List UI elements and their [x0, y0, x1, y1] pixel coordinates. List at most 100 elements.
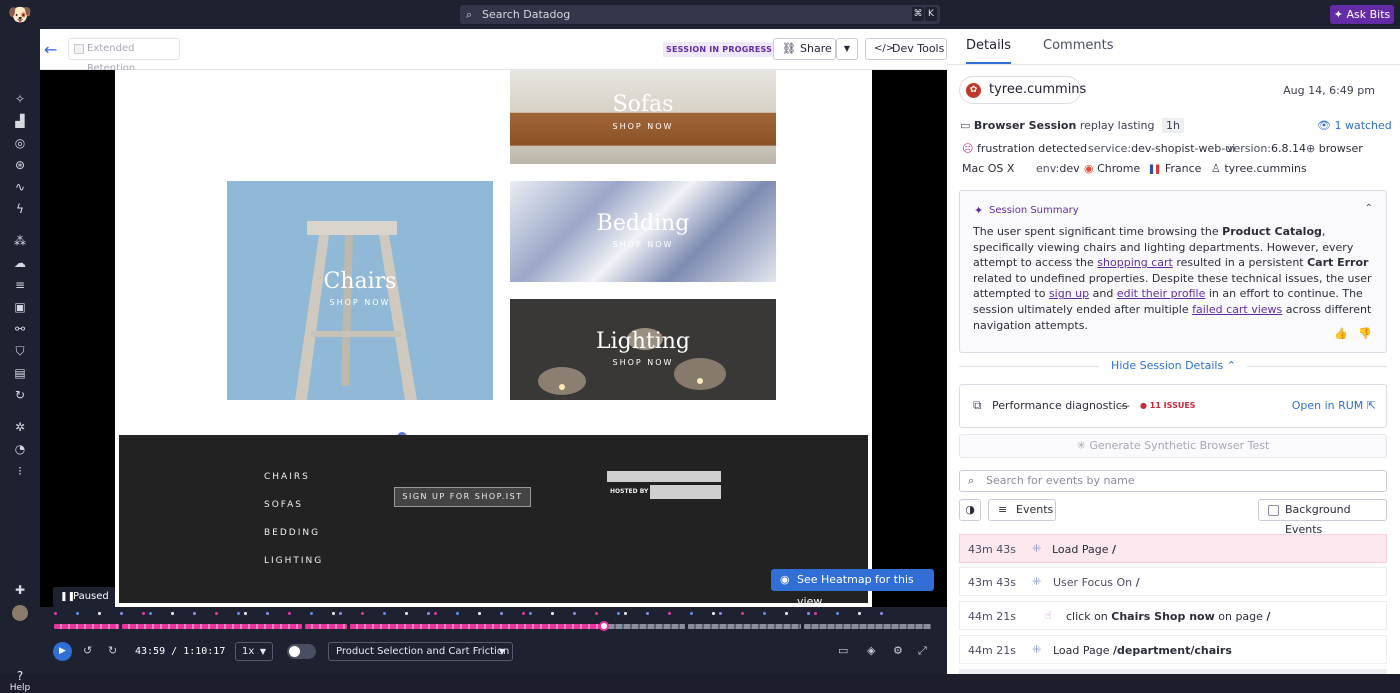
watched-count[interactable]: 👁 1 watched — [1317, 119, 1392, 132]
tab-comments[interactable]: Comments — [1043, 38, 1113, 53]
hide-session-details-button[interactable]: Hide Session Details ⌃ — [947, 359, 1400, 373]
chairs-tile[interactable]: Chairs SHOP NOW — [227, 181, 493, 400]
bits-ai-icon[interactable]: ✧ — [11, 90, 29, 108]
global-search-placeholder: Search Datadog — [482, 8, 571, 21]
datadog-logo[interactable]: 🐶 — [8, 3, 32, 27]
watchdog-icon[interactable]: ⊛ — [11, 156, 29, 174]
actions-icon[interactable]: ϟ — [11, 200, 29, 218]
playback-speed-select[interactable]: 1x ▼ — [235, 642, 273, 661]
timeline-playhead[interactable] — [599, 621, 609, 631]
browser-type-tag[interactable]: ⊕ browser — [1306, 142, 1363, 155]
cloud-icon[interactable]: ☁ — [11, 254, 29, 272]
generate-synthetic-test-button[interactable]: ✳ Generate Synthetic Browser Test — [959, 434, 1387, 458]
events-filter-button[interactable]: ≡ Events — [988, 499, 1056, 521]
monitors-icon[interactable]: ◎ — [11, 134, 29, 152]
dev-tools-button[interactable]: </> Dev Tools — [865, 38, 947, 60]
event-row[interactable]: 43m 43s ⁜ Load Page / — [959, 534, 1387, 563]
help-button[interactable]: ? Help — [0, 669, 40, 693]
security-icon[interactable]: ⛉ — [11, 342, 29, 360]
footer-link-lighting[interactable]: LIGHTING — [264, 556, 323, 566]
replay-lasting-text: replay lasting — [1079, 119, 1155, 132]
event-filter-toggle[interactable]: ◑ — [959, 499, 981, 521]
layers-icon[interactable]: ◈ — [867, 644, 875, 657]
ask-bits-button[interactable]: ✦ Ask Bits — [1330, 5, 1394, 24]
logs-icon[interactable]: ≡ — [11, 276, 29, 294]
env-tag[interactable]: env:dev — [1036, 162, 1080, 175]
session-replay-viewport[interactable]: Sofas SHOP NOW Chairs SHOP NOW Bedding S… — [40, 70, 947, 607]
fullscreen-icon[interactable]: ⤢ — [918, 644, 927, 658]
signup-button[interactable]: SIGN UP FOR SHOP.IST — [394, 487, 531, 507]
event-row[interactable]: 44m 21s ⁜ Load Page /department/chairs — [959, 635, 1387, 664]
issues-badge[interactable]: ● 11 ISSUES — [1140, 401, 1196, 410]
apm-icon[interactable]: ▣ — [11, 298, 29, 316]
version-tag[interactable]: version:6.8.14 — [1227, 142, 1306, 155]
open-in-rum-link[interactable]: Open in RUM ⇱ — [1292, 399, 1376, 412]
user-tag[interactable]: ♙ tyree.cummins — [1211, 162, 1307, 175]
summary-link-shopping-cart[interactable]: shopping cart — [1097, 256, 1173, 269]
service-mgmt-icon[interactable]: ∿ — [11, 178, 29, 196]
background-events-checkbox[interactable]: Background Events — [1258, 499, 1387, 536]
event-row[interactable]: 43m 43s ⁜ User Focus On / — [959, 567, 1387, 596]
footer-link-chairs[interactable]: CHAIRS — [264, 472, 310, 482]
event-row[interactable]: 44m 21s ☝ click on Chairs Shop now on pa… — [959, 601, 1387, 630]
user-pill[interactable]: ✿ tyree.cummins — [959, 76, 1086, 104]
extended-retention-checkbox[interactable]: Extended Retention — [68, 38, 180, 74]
network-icon[interactable]: ⚯ — [11, 320, 29, 338]
integrations-icon[interactable]: ✚ — [11, 581, 29, 599]
ci-icon[interactable]: ↻ — [11, 386, 29, 404]
summary-link-failed-cart-views[interactable]: failed cart views — [1192, 303, 1282, 316]
sofas-tile[interactable]: Sofas SHOP NOW — [510, 70, 776, 164]
top-bar: 🐶 ⌕ Search Datadog ⌘ K ✦ Ask Bits — [0, 0, 1400, 29]
user-avatar[interactable] — [12, 605, 28, 621]
synthetics-icon[interactable]: ◔ — [11, 440, 29, 458]
session-context-select[interactable]: Product Selection and Cart Friction ▼ — [328, 642, 513, 661]
event-marker-dot — [624, 612, 627, 615]
user-tag-label: tyree.cummins — [1224, 162, 1307, 175]
share-dropdown-button[interactable]: ▼ — [836, 38, 858, 60]
event-marker-dot — [288, 612, 291, 615]
digital-experience-icon[interactable]: ▤ — [11, 364, 29, 382]
skip-back-icon[interactable]: ↺ — [83, 644, 92, 657]
bug-icon[interactable]: ✲ — [11, 418, 29, 436]
see-heatmap-button[interactable]: ◉ See Heatmap for this view — [771, 569, 934, 608]
play-button[interactable]: ▶ — [53, 642, 72, 661]
skip-forward-icon[interactable]: ↻ — [108, 644, 117, 657]
share-button[interactable]: ⛓ Share — [773, 38, 836, 60]
timeline-played-segment — [304, 624, 347, 629]
tab-details[interactable]: Details — [966, 38, 1012, 65]
footer-link-bedding[interactable]: BEDDING — [264, 528, 320, 538]
external-link-icon: ⇱ — [1363, 399, 1376, 412]
hosted-by-label: HOSTED BY — [610, 488, 649, 495]
play-icon: ▶ — [59, 646, 66, 656]
global-search[interactable]: ⌕ Search Datadog ⌘ K — [460, 5, 940, 24]
frustration-tag[interactable]: ☹ frustration detected — [962, 142, 1087, 155]
skip-inactivity-toggle[interactable] — [287, 644, 316, 659]
infrastructure-icon[interactable]: ⁂ — [11, 232, 29, 250]
workflows-icon[interactable]: ⁝ — [11, 462, 29, 480]
timeline-played-segment — [121, 624, 302, 629]
lighting-tile[interactable]: Lighting SHOP NOW — [510, 299, 776, 400]
summary-link-sign-up[interactable]: sign up — [1049, 287, 1089, 300]
event-time: 43m 43s — [968, 543, 1016, 556]
sofas-tile-title: Sofas — [612, 92, 674, 117]
chevron-up-icon: ⌃ — [1226, 359, 1236, 372]
collapse-chevron-icon[interactable]: ⌃ — [1365, 203, 1373, 214]
session-type: Browser Session — [973, 119, 1077, 132]
bedding-tile[interactable]: Bedding SHOP NOW — [510, 181, 776, 282]
service-tag[interactable]: service:dev-shopist-web-ui — [1088, 142, 1235, 155]
event-search-input[interactable]: ⌕ Search for events by name — [959, 470, 1387, 492]
back-arrow-icon[interactable]: ← — [44, 40, 57, 59]
timeline-track[interactable] — [54, 624, 934, 629]
settings-gear-icon[interactable]: ⚙ — [893, 644, 903, 657]
footer-link-sofas[interactable]: SOFAS — [264, 500, 303, 510]
chrome-tag[interactable]: ◉ Chrome — [1084, 162, 1140, 175]
thumbs-up-icon[interactable]: 👍 — [1334, 327, 1348, 340]
event-marker-dot — [332, 612, 335, 615]
dashboards-icon[interactable]: ▟ — [11, 112, 29, 130]
summary-link-edit-profile[interactable]: edit their profile — [1117, 287, 1206, 300]
event-time: 44m 21s — [968, 644, 1016, 657]
comment-icon[interactable]: ▭ — [838, 644, 848, 657]
country-tag[interactable]: ▌▌ France — [1150, 162, 1201, 175]
thumbs-down-icon[interactable]: 👎 — [1358, 327, 1372, 340]
os-tag[interactable]: Mac OS X — [962, 162, 1014, 175]
